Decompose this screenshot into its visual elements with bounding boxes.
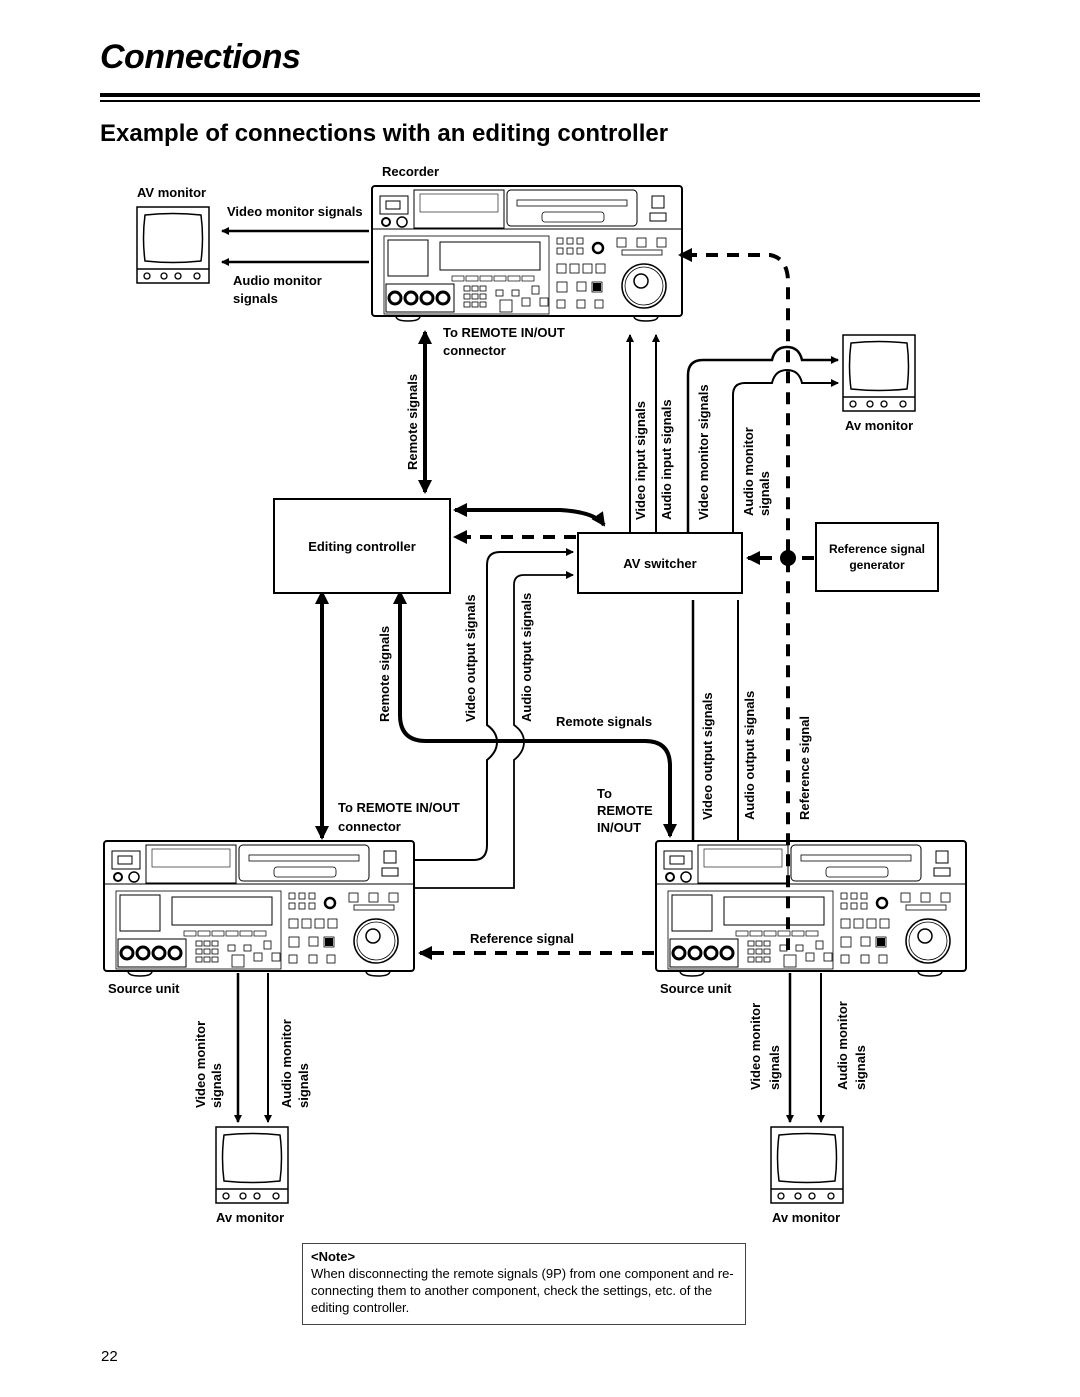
src-right-audio-monitor-label-2: signals [853, 1045, 868, 1090]
src-left-video-monitor-label-1: Video monitor [193, 1020, 208, 1108]
remote-signals-top-label: Remote signals [405, 373, 420, 470]
reference-generator-label-2: generator [849, 558, 905, 572]
video-output-signals-right-label: Video output signals [700, 692, 715, 820]
to-remote-right-label-1: To [597, 786, 612, 801]
reference-signal-horizontal-label: Reference signal [470, 931, 575, 946]
av-monitor-bottom-right-icon [770, 1126, 844, 1204]
recorder-vtr-icon [370, 184, 684, 323]
connection-diagram [102, 184, 968, 1204]
recorder-label: Recorder [382, 164, 440, 179]
av-switcher-box: AV switcher [577, 532, 743, 594]
video-input-signals-label: Video input signals [633, 401, 648, 520]
page-number: 22 [101, 1348, 118, 1365]
reference-signal-vert-label: Reference signal [797, 715, 812, 820]
editing-controller-box: Editing controller [273, 498, 451, 594]
av-monitor-right-icon [842, 334, 916, 412]
av-monitor-top-left-label: AV monitor [137, 185, 207, 200]
audio-output-signals-left-label: Audio output signals [519, 592, 534, 722]
video-monitor-signals-vert-label: Video monitor signals [696, 384, 711, 520]
to-remote-left-label-2: connector [338, 819, 401, 834]
to-remote-right-label-2: REMOTE [597, 803, 653, 818]
audio-output-signals-right-label: Audio output signals [742, 690, 757, 820]
av-monitor-right-label: Av monitor [845, 418, 914, 433]
source-unit-right-label: Source unit [660, 981, 732, 996]
av-monitor-bottom-left-label: Av monitor [216, 1210, 285, 1225]
reference-generator-label-1: Reference signal [828, 542, 926, 556]
src-left-audio-monitor-label-2: signals [296, 1063, 311, 1108]
to-remote-right-label-3: IN/OUT [597, 820, 642, 835]
src-left-audio-monitor-label-1: Audio monitor [279, 1019, 294, 1108]
editing-controller-label: Editing controller [308, 538, 416, 554]
audio-monitor-signals-label-2: signals [233, 291, 278, 306]
to-remote-top-label-1: To REMOTE IN/OUT [443, 325, 565, 340]
reference-generator-box: Reference signal generator [815, 522, 939, 592]
av-switcher-label: AV switcher [623, 555, 697, 571]
to-remote-top-label-2: connector [443, 343, 506, 358]
src-left-video-monitor-label-2: signals [209, 1063, 224, 1108]
source-unit-left-vtr-icon [102, 839, 416, 978]
av-monitor-top-left-icon [136, 206, 210, 284]
audio-monitor-signals-label-1: Audio monitor [233, 273, 322, 288]
remote-signals-left-label: Remote signals [377, 625, 392, 722]
src-right-audio-monitor-label-1: Audio monitor [835, 1001, 850, 1090]
note-box: <Note> When disconnecting the remote sig… [302, 1243, 746, 1325]
src-right-video-monitor-label-2: signals [767, 1045, 782, 1090]
to-remote-left-label-1: To REMOTE IN/OUT [338, 800, 460, 815]
source-unit-right-vtr-icon [654, 839, 968, 978]
audio-monitor-vert-label-2: signals [757, 471, 772, 516]
audio-monitor-vert-label-1: Audio monitor [741, 427, 756, 516]
source-unit-left-label: Source unit [108, 981, 180, 996]
video-monitor-signals-label: Video monitor signals [227, 204, 363, 219]
note-heading: <Note> [311, 1249, 356, 1264]
audio-input-signals-label: Audio input signals [659, 399, 674, 520]
video-output-signals-left-label: Video output signals [463, 594, 478, 722]
src-right-video-monitor-label-1: Video monitor [748, 1002, 763, 1090]
av-monitor-bottom-right-label: Av monitor [772, 1210, 841, 1225]
av-monitor-bottom-left-icon [215, 1126, 289, 1204]
remote-signals-horizontal-label: Remote signals [556, 714, 653, 729]
note-text: When disconnecting the remote signals (9… [311, 1266, 734, 1315]
